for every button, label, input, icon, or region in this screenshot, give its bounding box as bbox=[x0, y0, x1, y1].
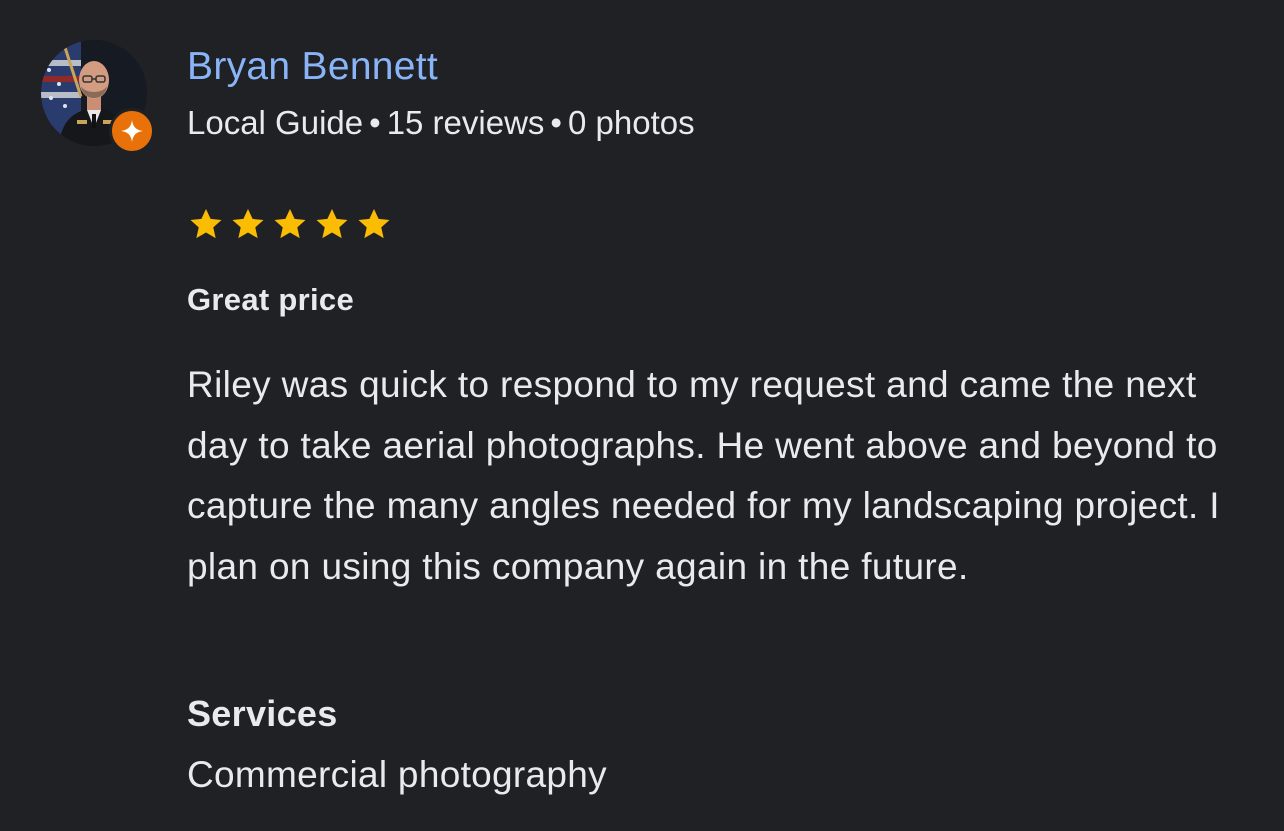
author-role: Local Guide bbox=[187, 104, 364, 141]
local-guide-badge-icon bbox=[109, 108, 155, 154]
author-name-link[interactable]: Bryan Bennett bbox=[187, 44, 695, 90]
star-icon bbox=[316, 208, 348, 239]
star-rating bbox=[187, 205, 393, 243]
services-heading: Services bbox=[187, 693, 338, 734]
star-icon bbox=[190, 208, 222, 239]
review-text: Riley was quick to respond to my request… bbox=[187, 364, 1220, 587]
meta-separator: • bbox=[550, 104, 562, 141]
review-title: Great price bbox=[187, 282, 354, 317]
meta-separator: • bbox=[369, 104, 381, 141]
author-review-count: 15 reviews bbox=[386, 104, 545, 141]
author-header: Bryan Bennett Local Guide • 15 reviews • 0 p… bbox=[187, 44, 695, 143]
author-avatar-container[interactable] bbox=[41, 40, 155, 154]
author-photo-count: 0 photos bbox=[567, 104, 695, 141]
author-meta: Local Guide • 15 reviews • 0 photos bbox=[187, 103, 695, 143]
services-value: Commercial photography bbox=[187, 754, 607, 795]
local-guide-star-icon bbox=[121, 120, 143, 142]
star-icon bbox=[358, 208, 390, 239]
star-icon bbox=[232, 208, 264, 239]
review-card: Bryan Bennett Local Guide • 15 reviews • 0 p… bbox=[0, 0, 1284, 831]
star-icon bbox=[274, 208, 306, 239]
